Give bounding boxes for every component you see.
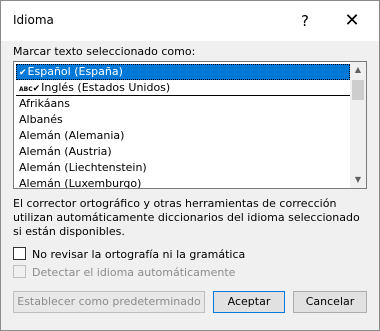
language-item[interactable]: Albanés: [16, 112, 350, 128]
detect-language-label: Detectar el idioma automáticamente: [32, 266, 236, 279]
language-item[interactable]: Alemán (Liechtenstein): [16, 160, 350, 176]
scroll-down-icon[interactable]: ▼: [350, 172, 366, 188]
cancel-button[interactable]: Cancelar: [293, 291, 367, 313]
mark-text-label: Marcar texto seleccionado como:: [13, 45, 196, 58]
language-item-english-us[interactable]: ABC✔Inglés (Estados Unidos): [16, 80, 350, 96]
info-text: El corrector ortográfico y otras herrami…: [13, 197, 360, 238]
close-button[interactable]: ✕: [339, 9, 365, 33]
language-dialog: Idioma ? ✕ Marcar texto seleccionado com…: [0, 0, 380, 331]
language-item[interactable]: Afrikáans: [16, 96, 350, 112]
title-bar: Idioma ? ✕: [1, 1, 379, 41]
language-item[interactable]: Alemán (Luxemburgo): [16, 176, 350, 188]
scroll-up-icon[interactable]: ▲: [350, 62, 366, 78]
help-button[interactable]: ?: [293, 11, 317, 31]
no-check-checkbox[interactable]: [13, 247, 26, 260]
detect-language-checkbox: [13, 265, 26, 278]
abc-check-icon: ABC✔: [19, 84, 41, 94]
language-item-label: Inglés (Estados Unidos): [41, 81, 171, 94]
scroll-thumb[interactable]: [352, 80, 364, 100]
set-default-button: Establecer como predeterminado: [13, 291, 205, 313]
language-listbox[interactable]: ✔Español (España) ABC✔Inglés (Estados Un…: [13, 61, 367, 189]
accept-button[interactable]: Aceptar: [213, 291, 285, 313]
no-check-option[interactable]: No revisar la ortografía ni la gramática: [13, 247, 245, 263]
vertical-scrollbar[interactable]: ▲ ▼: [350, 62, 366, 188]
language-item[interactable]: Alemán (Alemania): [16, 128, 350, 144]
no-check-label: No revisar la ortografía ni la gramática: [32, 248, 246, 261]
language-item-spanish-spain[interactable]: ✔Español (España): [16, 64, 350, 80]
detect-language-option: Detectar el idioma automáticamente: [13, 265, 235, 281]
language-item-label: Español (España): [27, 65, 123, 78]
proofing-icon: ✔: [19, 68, 27, 78]
dialog-title: Idioma: [13, 13, 54, 27]
language-item[interactable]: Alemán (Austria): [16, 144, 350, 160]
